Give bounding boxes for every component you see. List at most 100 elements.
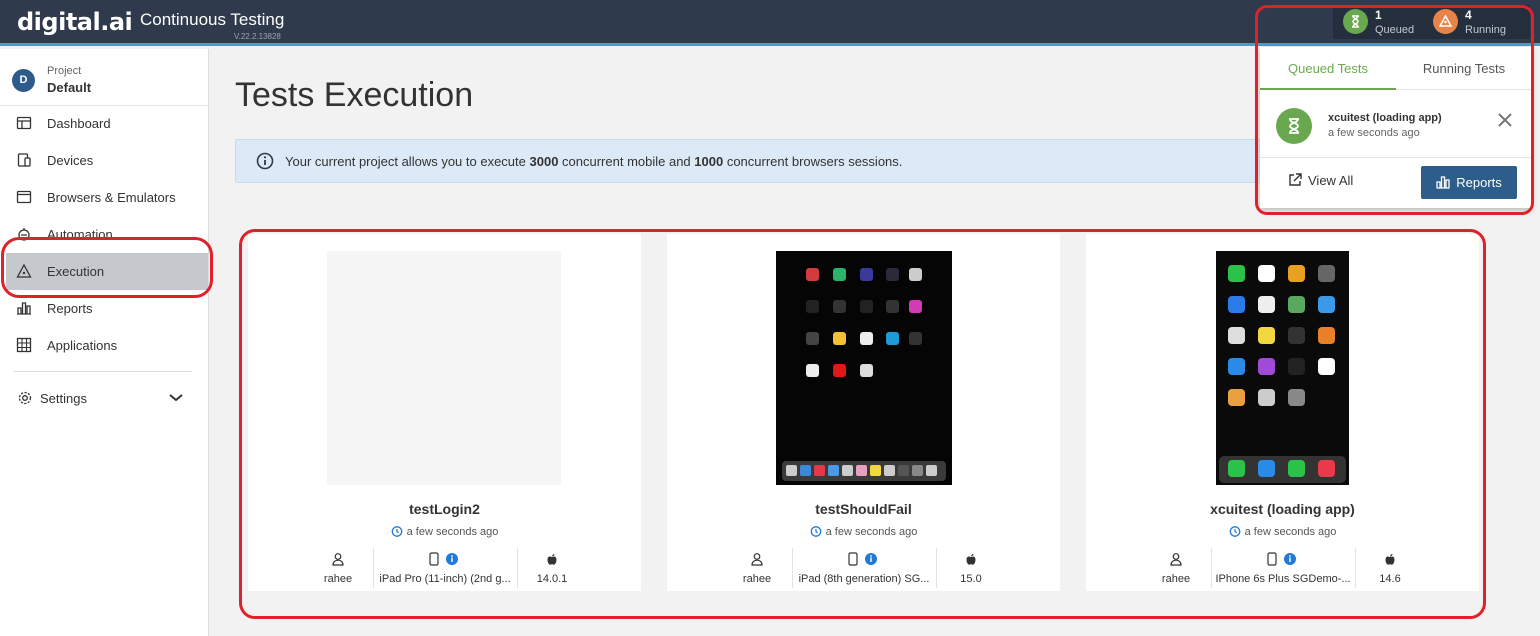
queued-test-name: xcuitest (loading app) (1328, 112, 1442, 124)
sidebar-item-label: Applications (47, 338, 118, 353)
digital-ai-logo[interactable]: digital.ai (17, 8, 133, 36)
user-name: rahee (1161, 573, 1191, 585)
execution-icon (16, 263, 32, 278)
apple-icon (1385, 553, 1395, 565)
queued-test-time: a few seconds ago (1328, 127, 1420, 139)
execution-card[interactable]: testLogin2 a few seconds ago rahee iPad … (248, 234, 641, 626)
clock-icon (391, 526, 402, 537)
meta-divider (936, 548, 937, 588)
sidebar-item-devices[interactable]: Devices (6, 142, 208, 179)
user-icon (332, 553, 344, 566)
device-screenshot[interactable] (1216, 251, 1349, 485)
mobile-session-count: 3000 (529, 154, 559, 169)
view-all-link[interactable]: View All (1288, 173, 1353, 188)
close-icon[interactable] (1496, 111, 1514, 129)
card-footer (248, 591, 641, 626)
reports-button[interactable]: Reports (1421, 166, 1517, 199)
time-text: a few seconds ago (825, 526, 918, 538)
queued-label: Queued (1375, 24, 1415, 36)
device-screenshot-placeholder[interactable] (327, 251, 561, 485)
sidebar-item-label: Automation (47, 227, 113, 242)
sidebar-item-label: Reports (47, 301, 93, 316)
automation-icon (18, 228, 30, 241)
view-all-label: View All (1308, 173, 1354, 188)
project-name[interactable]: Default (47, 80, 91, 95)
user-meta: rahee (1146, 548, 1206, 588)
time-text: a few seconds ago (1244, 526, 1337, 538)
os-meta: 14.6 (1358, 548, 1422, 588)
test-start-time: a few seconds ago (1086, 525, 1479, 538)
queued-tests-popup: Queued Tests Running Tests xcuitest (loa… (1260, 47, 1532, 208)
sidebar-item-applications[interactable]: Applications (6, 327, 208, 364)
running-count: 4 (1465, 8, 1472, 22)
meta-divider (373, 548, 374, 588)
meta-divider (1211, 548, 1212, 588)
sidebar-item-dashboard[interactable]: Dashboard (6, 105, 208, 142)
tab-running-tests[interactable]: Running Tests (1396, 47, 1532, 90)
banner-suffix: concurrent browsers sessions. (723, 154, 903, 169)
applications-icon (16, 337, 32, 353)
os-meta: 14.0.1 (520, 548, 584, 588)
user-name: rahee (742, 573, 772, 585)
reports-icon (17, 302, 31, 315)
external-link-icon (1289, 173, 1302, 186)
queued-status-button[interactable]: 1 Queued (1343, 8, 1433, 37)
device-info-icons[interactable] (376, 552, 514, 566)
queued-test-item[interactable]: xcuitest (loading app) a few seconds ago (1260, 91, 1532, 158)
device-screenshot[interactable] (776, 251, 952, 485)
banner-text: Your current project allows you to execu… (285, 154, 902, 169)
device-name: IPhone 6s Plus SGDemo-... (1215, 573, 1351, 585)
device-name: iPad Pro (11-inch) (2nd g... (379, 573, 511, 585)
app-title: Continuous Testing (140, 10, 285, 29)
queue-status-panel: 1 Queued 4 Running (1333, 5, 1530, 39)
device-meta: iPad (8th generation) SG... (795, 548, 933, 588)
device-info-icons[interactable] (795, 552, 933, 566)
sidebar: D Project Default Dashboard Devices Brow… (0, 49, 209, 636)
hourglass-icon (1276, 108, 1312, 144)
meta-divider (792, 548, 793, 588)
info-icon (256, 152, 274, 170)
card-footer (667, 591, 1060, 626)
sidebar-item-label: Execution (47, 264, 105, 279)
gear-icon (18, 391, 32, 405)
test-name: xcuitest (loading app) (1210, 501, 1355, 517)
sidebar-item-label: Browsers & Emulators (47, 190, 176, 205)
apple-icon (547, 553, 557, 565)
test-start-time: a few seconds ago (667, 525, 1060, 538)
banner-prefix: Your current project allows you to execu… (285, 154, 530, 169)
info-banner: Your current project allows you to execu… (235, 139, 1280, 183)
tab-queued-tests[interactable]: Queued Tests (1260, 47, 1396, 90)
device-info-icons[interactable] (1214, 552, 1352, 566)
user-icon (751, 553, 763, 566)
running-icon (1433, 9, 1458, 34)
sidebar-item-label: Devices (47, 153, 94, 168)
time-text: a few seconds ago (406, 526, 499, 538)
sidebar-divider (14, 371, 192, 372)
project-avatar: D (12, 69, 35, 92)
sidebar-item-reports[interactable]: Reports (6, 290, 208, 327)
devices-icon (17, 153, 31, 167)
test-start-time: a few seconds ago (248, 525, 641, 538)
sidebar-item-automation[interactable]: Automation (6, 216, 208, 253)
device-meta: iPad Pro (11-inch) (2nd g... (376, 548, 514, 588)
execution-cards: testLogin2 a few seconds ago rahee iPad … (248, 234, 1479, 626)
sidebar-item-settings[interactable]: Settings (0, 380, 208, 417)
user-meta: rahee (308, 548, 368, 588)
sidebar-item-execution[interactable]: Execution (6, 253, 208, 290)
running-status-button[interactable]: 4 Running (1433, 8, 1523, 37)
execution-card[interactable]: testShouldFail a few seconds ago rahee i… (667, 234, 1060, 626)
browser-session-count: 1000 (694, 154, 724, 169)
sidebar-item-label: Dashboard (47, 116, 111, 131)
sidebar-item-browsers-emulators[interactable]: Browsers & Emulators (6, 179, 208, 216)
chevron-down-icon (169, 394, 183, 402)
card-footer (1086, 591, 1479, 626)
test-name: testLogin2 (409, 501, 480, 517)
device-name: iPad (8th generation) SG... (798, 573, 930, 585)
reports-icon (1436, 176, 1450, 189)
execution-card[interactable]: xcuitest (loading app) a few seconds ago… (1086, 234, 1479, 626)
app-version: V.22.2.13828 (234, 32, 281, 41)
reports-label: Reports (1456, 175, 1502, 190)
device-meta: IPhone 6s Plus SGDemo-... (1214, 548, 1352, 588)
user-icon (1170, 553, 1182, 566)
page-title: Tests Execution (235, 76, 474, 114)
